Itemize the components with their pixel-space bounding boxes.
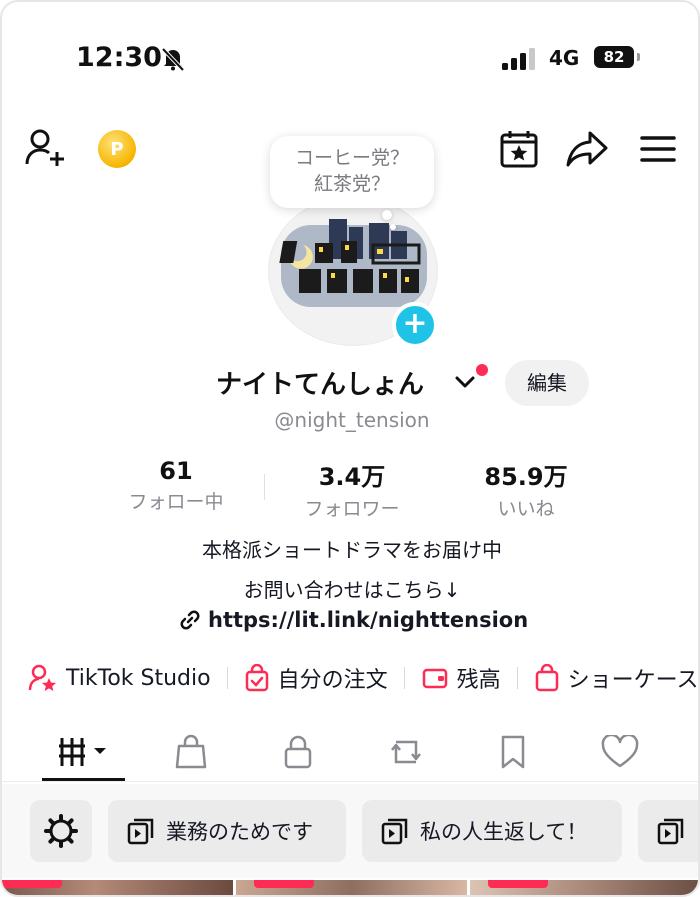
order-bag-icon [245,664,268,692]
silent-bell-icon [161,47,185,72]
grid-bars-icon [59,738,106,766]
network-type: 4G [549,46,580,70]
bio-line-2: お問い合わせはこちら↓ [243,578,461,602]
pinned-tag [2,880,62,888]
status-time: 12:30 [76,42,162,73]
shortcut-divider [226,667,228,689]
playlist-settings-button[interactable] [30,800,92,862]
note-line-1: コーヒー党？ [294,147,409,169]
playlist-icon [127,818,154,845]
add-friend-icon[interactable] [24,128,68,168]
gear-icon [44,814,78,848]
playlist-chip[interactable]: 私の人生返して！ [362,800,622,862]
shopping-bag-icon [535,664,558,692]
shortcut-showcase[interactable]: ショーケース [534,662,698,694]
shortcut-tiktok-studio[interactable]: TikTok Studio [28,664,211,692]
bio-line-1: 本格派ショートドラマをお届け中 [202,538,502,562]
pinned-tag [254,880,314,888]
menu-icon[interactable] [638,130,678,168]
user-star-icon [28,664,56,691]
stat-divider [264,474,265,500]
shortcut-divider [403,667,405,689]
active-tab-indicator [42,778,125,781]
add-avatar-button[interactable]: + [392,302,438,348]
calendar-star-icon[interactable] [498,128,540,170]
video-thumbnail[interactable] [470,880,698,895]
followers-stat[interactable]: 3.4万 フォロワー [290,457,414,521]
signal-icon [502,48,535,70]
edit-profile-button[interactable]: 編集 [505,360,589,406]
shortcut-bar: TikTok Studio 自分の注文 残高 ショーケース [28,660,698,696]
bookmark-icon [501,735,525,769]
video-thumbnail[interactable] [2,880,233,895]
playlist-chip[interactable]: あ [638,800,698,862]
battery-icon: 82 [594,46,640,68]
video-thumbnail[interactable] [236,880,467,895]
tab-private[interactable] [268,730,328,774]
tab-favorites[interactable] [483,730,543,774]
profile-screen: 12:30 4G 82 P + コーヒー党？ 紅茶党？ ナイトてんしょん 編集 … [0,0,700,897]
shortcut-balance[interactable]: 残高 [421,662,501,694]
likes-stat[interactable]: 85.9万 いいね [466,457,586,521]
username: @night_tension [274,408,430,432]
playlist-icon [381,818,408,845]
bio-link[interactable]: https://lit.link/nighttension [178,608,528,632]
chevron-down-icon[interactable] [454,374,476,390]
content-tabs [2,722,698,782]
note-bubble[interactable]: コーヒー党？ 紅茶党？ [270,136,434,230]
coin-icon[interactable]: P [98,130,136,168]
lock-icon [284,735,312,769]
bag-icon [175,734,207,769]
playlist-icon [657,818,684,845]
repost-icon [391,740,421,764]
tab-shop[interactable] [161,730,221,774]
tab-liked[interactable] [590,730,650,774]
playlist-chip[interactable]: 業務のためです [108,800,346,862]
notification-dot [476,364,488,376]
pinned-tag [488,880,548,888]
share-icon[interactable] [564,128,610,170]
link-icon [180,610,200,630]
tab-videos[interactable] [54,730,114,774]
shortcut-divider [516,667,518,689]
display-name[interactable]: ナイトてんしょん [216,364,424,401]
heart-icon [601,735,639,768]
status-bar: 12:30 4G 82 [2,38,698,78]
wallet-icon [422,668,447,689]
tab-reposts[interactable] [376,730,436,774]
shortcut-my-orders[interactable]: 自分の注文 [244,662,388,694]
note-line-2: 紅茶党？ [313,173,390,195]
following-stat[interactable]: 61 フォロー中 [114,457,238,514]
